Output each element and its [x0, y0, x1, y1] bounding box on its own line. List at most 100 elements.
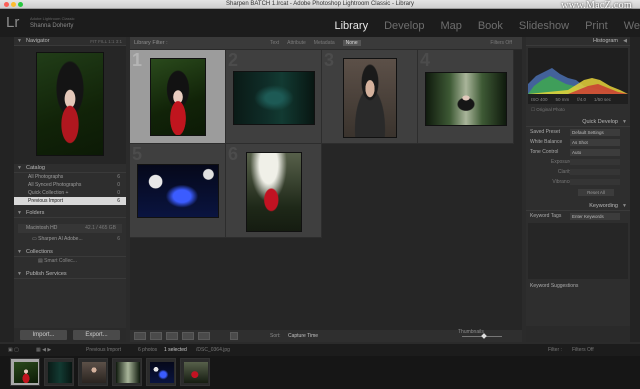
original-photo-label: Original Photo — [536, 107, 565, 112]
tone-control-auto-button[interactable]: Auto — [570, 149, 620, 156]
exposure-label: Exposure — [550, 159, 572, 165]
navigator-preview[interactable] — [14, 46, 126, 164]
thumbnail-size-knob[interactable] — [481, 333, 487, 339]
white-balance-select[interactable]: As Shot — [570, 139, 620, 146]
survey-view-icon[interactable] — [182, 332, 194, 340]
original-photo-checkbox[interactable]: ☐ Original Photo — [531, 107, 565, 113]
collapse-triangle-icon[interactable]: ▼ — [17, 209, 22, 218]
module-slideshow[interactable]: Slideshow — [519, 20, 569, 32]
exposure-adjust-buttons[interactable] — [570, 159, 620, 165]
thumbnails-label: Thumbnails — [458, 329, 484, 335]
tone-control-row: Tone Control Auto — [526, 147, 630, 157]
filter-tab-text[interactable]: Text — [270, 40, 279, 46]
publish-services-header[interactable]: ▼ Publish Services — [14, 270, 126, 279]
navigator-zoom-options[interactable]: FIT FILL 1:1 3:1 — [90, 37, 122, 46]
compare-view-icon[interactable] — [166, 332, 178, 340]
people-view-icon[interactable] — [198, 332, 210, 340]
saved-preset-select[interactable]: Default Settings — [570, 129, 620, 136]
module-book[interactable]: Book — [478, 20, 503, 32]
collection-label: Smart Collec... — [44, 258, 77, 264]
cell-index: 6 — [228, 144, 239, 164]
grid-cell[interactable]: 4 — [418, 50, 514, 144]
reset-all-button[interactable]: Reset All — [578, 189, 614, 196]
secondary-display-icon[interactable]: ▣ ▢ — [8, 347, 19, 353]
grid-view-icon[interactable] — [134, 332, 146, 340]
filmstrip-source[interactable]: Previous Import — [86, 347, 121, 353]
filmstrip-filter-label: Filter : — [548, 347, 562, 353]
cell-index: 2 — [228, 50, 239, 70]
volume-macintosh-hd[interactable]: Macintosh HD 42.1 / 465 GB — [18, 224, 122, 233]
grid-cell[interactable]: 5 — [130, 144, 226, 238]
collapse-triangle-icon[interactable]: ▼ — [622, 118, 627, 127]
module-map[interactable]: Map — [440, 20, 461, 32]
collapse-triangle-icon[interactable]: ▼ — [17, 37, 22, 46]
vibrance-adjust-buttons[interactable] — [570, 179, 620, 185]
collapse-triangle-icon[interactable]: ▼ — [17, 164, 22, 173]
filter-tab-metadata[interactable]: Metadata — [314, 40, 335, 46]
filter-preset-select[interactable]: Filters Off — [490, 40, 512, 46]
filter-tab-none[interactable]: None — [342, 40, 361, 46]
keyword-tags-row: Keyword Tags Enter Keywords — [526, 211, 630, 221]
catalog-item-synced[interactable]: All Synced Photographs 0 — [14, 181, 126, 189]
photo-thumbnail — [343, 58, 397, 138]
filmstrip-thumb[interactable] — [112, 358, 142, 386]
right-panel: Histogram ◀ ISO 400 50 mm f/4.0 1/50 sec… — [526, 37, 630, 342]
folder-sharpen-ai[interactable]: ▭ Sharpen AI Adobe... 6 — [14, 235, 126, 244]
keyword-entry-select[interactable]: Enter Keywords — [570, 213, 620, 220]
smart-collections-item[interactable]: ▤ Smart Collec... — [14, 257, 126, 266]
filmstrip-thumb[interactable] — [180, 358, 210, 386]
collapse-triangle-icon[interactable]: ▼ — [17, 270, 22, 279]
library-filter-bar: Library Filter : Text Attribute Metadata… — [130, 37, 522, 50]
keywording-header[interactable]: Keywording ▼ — [526, 202, 630, 211]
sort-select[interactable]: Capture Time — [288, 333, 318, 339]
import-button[interactable]: Import... — [20, 330, 67, 340]
catalog-item-all-photographs[interactable]: All Photographs 6 — [14, 173, 126, 181]
module-web[interactable]: We — [624, 20, 640, 32]
collections-title: Collections — [26, 249, 53, 255]
saved-preset-label: Saved Preset — [530, 129, 561, 135]
module-library[interactable]: Library — [334, 20, 368, 32]
clarity-adjust-buttons[interactable] — [570, 169, 620, 175]
keyword-text-area[interactable] — [528, 223, 628, 279]
library-filter-title: Library Filter : — [134, 40, 168, 46]
grid-nav-icon[interactable]: ▦ ◀ ▶ — [36, 347, 51, 353]
filmstrip-thumb[interactable] — [44, 358, 74, 386]
painter-icon[interactable] — [230, 332, 238, 340]
grid-cell[interactable]: 3 — [322, 50, 418, 144]
quick-develop-title: Quick Develop — [582, 119, 618, 125]
catalog-item-quick-collection[interactable]: Quick Collection + 0 — [14, 189, 126, 197]
grid-view: Library Filter : Text Attribute Metadata… — [130, 37, 522, 342]
grid-cell[interactable]: 6 — [226, 144, 322, 238]
focal-length-value: 50 mm — [555, 97, 570, 102]
filter-tab-attribute[interactable]: Attribute — [287, 40, 306, 46]
left-panel-edge[interactable] — [0, 37, 14, 342]
filmstrip-thumb[interactable] — [146, 358, 176, 386]
navigator-header[interactable]: ▼ Navigator FIT FILL 1:1 3:1 — [14, 37, 126, 46]
collapse-triangle-icon[interactable]: ▼ — [622, 202, 627, 211]
filmstrip-filter-select[interactable]: Filters Off — [572, 347, 594, 353]
quick-develop-header[interactable]: Quick Develop ▼ — [526, 118, 630, 127]
filmstrip-image — [14, 362, 38, 383]
module-develop[interactable]: Develop — [384, 20, 424, 32]
folders-header[interactable]: ▼ Folders — [14, 209, 126, 218]
histogram-exif: ISO 400 50 mm f/4.0 1/50 sec — [531, 97, 611, 102]
right-panel-edge[interactable] — [630, 37, 640, 342]
catalog-header[interactable]: ▼ Catalog — [14, 164, 126, 173]
keyword-suggestions-row[interactable]: Keyword Suggestions — [526, 281, 630, 291]
loupe-view-icon[interactable] — [150, 332, 162, 340]
catalog-item-previous-import[interactable]: Previous Import 6 — [14, 197, 126, 205]
grid-cell[interactable]: 2 — [226, 50, 322, 144]
aperture-value: f/4.0 — [577, 97, 587, 102]
module-print[interactable]: Print — [585, 20, 608, 32]
histogram-header[interactable]: Histogram ◀ — [526, 37, 630, 46]
filmstrip-filename: /DSC_0364.jpg — [196, 347, 230, 353]
filmstrip-thumb[interactable] — [10, 358, 40, 386]
grid-cell[interactable]: 1 — [130, 50, 226, 144]
filmstrip-header: ▣ ▢ ▦ ◀ ▶ Previous Import 6 photos 1 sel… — [0, 344, 640, 356]
filmstrip-thumb[interactable] — [78, 358, 108, 386]
cell-index: 4 — [420, 50, 431, 70]
collections-header[interactable]: ▼ Collections — [14, 248, 126, 257]
collapse-triangle-icon[interactable]: ◀ — [623, 37, 627, 46]
collapse-triangle-icon[interactable]: ▼ — [17, 248, 22, 257]
export-button[interactable]: Export... — [73, 330, 120, 340]
